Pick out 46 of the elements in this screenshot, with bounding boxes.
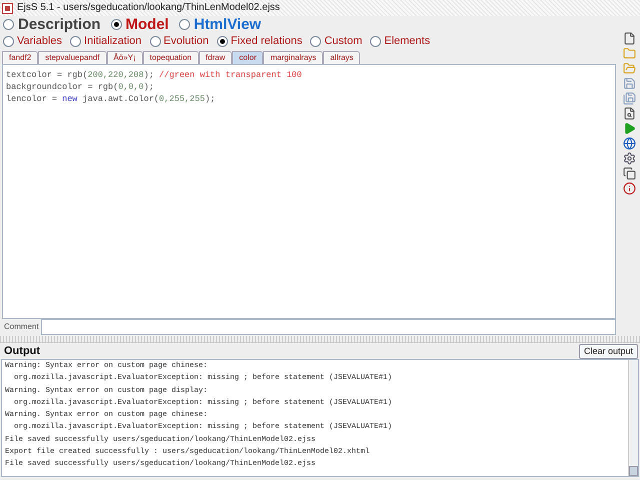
page-tab[interactable]: marginalrays <box>263 51 324 64</box>
comment-label: Comment <box>3 321 40 333</box>
radio-button[interactable] <box>3 36 14 47</box>
page-tab[interactable]: fdraw <box>198 51 232 64</box>
code-line: lencolor = new java.awt.Color(0,255,255); <box>6 93 216 105</box>
radio-button[interactable] <box>110 19 122 30</box>
code-editor[interactable]: textcolor = rgb(200,220,208); //green with transparent 100 backgroundcolor = rgb(0,0,0); lencolor = new java.awt.Color(0,255,255); <box>2 64 616 319</box>
window-title: EjsS 5.1 - users/sgeducation/lookang/ThinLenModel02.ejss <box>17 3 280 13</box>
play-icon[interactable] <box>622 122 636 135</box>
radio-button[interactable] <box>216 36 228 47</box>
radio-button[interactable] <box>370 36 382 47</box>
open-folder-icon[interactable] <box>622 62 636 75</box>
page-tab[interactable]: allrays <box>323 51 360 64</box>
page-tab[interactable]: topequation <box>142 51 199 64</box>
page-tab[interactable]: color <box>232 51 264 64</box>
app-icon <box>2 2 13 14</box>
model-tab-label[interactable]: Evolution <box>164 36 209 47</box>
model-tab-label[interactable]: Custom <box>324 36 362 47</box>
info-icon[interactable] <box>622 182 636 195</box>
globe-icon[interactable] <box>622 137 636 150</box>
model-tab-label[interactable]: Fixed relations <box>230 36 302 47</box>
radio-button[interactable] <box>178 19 190 30</box>
model-tab-label[interactable]: Initialization <box>84 36 142 47</box>
main-tab-label[interactable]: Model <box>126 17 169 32</box>
radio-button[interactable] <box>3 19 14 30</box>
model-tab-label[interactable]: Variables <box>17 36 62 47</box>
model-tab-label[interactable]: Elements <box>384 36 430 47</box>
clear-output-button[interactable]: Clear output <box>578 344 638 358</box>
scrollbar[interactable] <box>628 360 638 476</box>
output-title: Output <box>4 344 40 359</box>
code-line: backgroundcolor = rgb(0,0,0); <box>6 81 155 93</box>
code-line: textcolor = rgb(200,220,208); //green with transparent 100 <box>6 69 303 81</box>
settings-icon[interactable] <box>622 152 636 165</box>
save-icon[interactable] <box>622 77 636 90</box>
radio-button[interactable] <box>310 36 322 47</box>
page-tab[interactable]: Åö»Y¡ <box>106 51 143 64</box>
main-tab-label[interactable]: Description <box>18 17 101 32</box>
search-file-icon[interactable] <box>622 107 636 120</box>
page-tab[interactable]: fandf2 <box>2 51 38 64</box>
main-tab-label[interactable]: HtmlView <box>194 17 262 32</box>
new-file-icon[interactable] <box>622 32 636 45</box>
copy-icon[interactable] <box>622 167 636 180</box>
radio-button[interactable] <box>150 36 161 47</box>
comment-field[interactable] <box>40 319 616 335</box>
page-tab[interactable]: stepvaluepandf <box>38 51 107 64</box>
radio-button[interactable] <box>70 36 82 47</box>
